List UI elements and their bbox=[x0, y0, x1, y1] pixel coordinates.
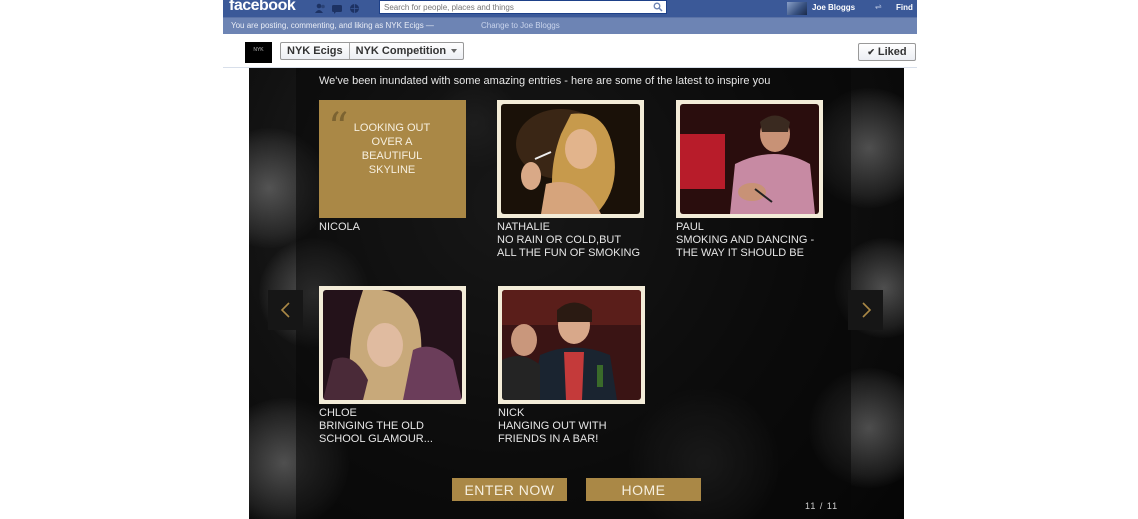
enter-now-button[interactable]: ENTER NOW bbox=[452, 478, 567, 501]
liked-button[interactable]: ✔ Liked bbox=[858, 43, 916, 61]
notification-icons bbox=[314, 3, 361, 14]
page-logo[interactable]: NYK bbox=[245, 42, 272, 63]
user-name[interactable]: Joe Bloggs bbox=[812, 3, 855, 12]
page-counter: 11 / 11 bbox=[805, 501, 839, 511]
friend-requests-icon[interactable] bbox=[314, 3, 327, 14]
facebook-top-bar: facebook Joe Bloggs ⇌ Find bbox=[223, 0, 917, 17]
browser-page: facebook Joe Bloggs ⇌ Find You are posti… bbox=[223, 0, 917, 519]
entry-quote: LOOKING OUT OVER A BEAUTIFUL SKYLINE bbox=[353, 122, 431, 176]
entry-description: HANGING OUT WITH FRIENDS IN A BAR! bbox=[498, 420, 607, 445]
search-input[interactable] bbox=[384, 1, 644, 13]
change-identity-link[interactable]: Change to Joe Bloggs bbox=[481, 21, 560, 30]
breadcrumb-app-label: NYK Competition bbox=[355, 45, 447, 57]
breadcrumb: NYK Ecigs NYK Competition bbox=[280, 42, 465, 60]
chevron-down-icon bbox=[451, 49, 458, 54]
entry-description: NO RAIN OR COLD,BUT ALL THE FUN OF SMOKI… bbox=[497, 234, 641, 259]
home-button[interactable]: HOME bbox=[586, 478, 701, 501]
posting-as-bar: You are posting, commenting, and liking … bbox=[223, 17, 917, 34]
find-friends-link[interactable]: Find bbox=[896, 3, 913, 12]
previous-arrow-button[interactable] bbox=[268, 290, 303, 330]
entry-photo-frame bbox=[319, 286, 466, 404]
entry-photo-frame bbox=[497, 100, 644, 218]
intro-text: We've been inundated with some amazing e… bbox=[319, 75, 771, 87]
posting-as-text: You are posting, commenting, and liking … bbox=[231, 21, 434, 30]
entry-name: NATHALIE bbox=[497, 221, 550, 233]
chevron-right-icon bbox=[861, 302, 871, 318]
competition-app: We've been inundated with some amazing e… bbox=[249, 68, 904, 519]
entry-description: BRINGING THE OLD SCHOOL GLAMOUR... bbox=[319, 420, 433, 445]
notifications-icon[interactable] bbox=[348, 3, 361, 14]
entry-photo-frame bbox=[498, 286, 645, 404]
entry-name: NICK bbox=[498, 407, 525, 419]
entry-photo bbox=[680, 104, 819, 214]
breadcrumb-app[interactable]: NYK Competition bbox=[350, 43, 463, 59]
entry-photo-frame bbox=[676, 100, 823, 218]
next-arrow-button[interactable] bbox=[848, 290, 883, 330]
entry-photo bbox=[502, 290, 641, 400]
page-header: NYK NYK Ecigs NYK Competition ✔ Liked bbox=[223, 34, 917, 68]
search-box bbox=[379, 0, 667, 14]
entry-photo bbox=[323, 290, 462, 400]
entry-description: SMOKING AND DANCING - THE WAY IT SHOULD … bbox=[676, 234, 815, 259]
messages-icon[interactable] bbox=[331, 3, 344, 14]
page-logo-text: NYK bbox=[253, 47, 264, 53]
entry-name: CHLOE bbox=[319, 407, 357, 419]
entry-photo bbox=[501, 104, 640, 214]
dropdown-separator-icon: ⇌ bbox=[875, 2, 882, 11]
entry-name: PAUL bbox=[676, 221, 704, 233]
entry-name: NICOLA bbox=[319, 221, 360, 233]
facebook-logo[interactable]: facebook bbox=[229, 0, 296, 15]
check-icon: ✔ bbox=[867, 46, 875, 57]
avatar[interactable] bbox=[787, 2, 807, 15]
liked-label: Liked bbox=[877, 46, 907, 58]
chevron-left-icon bbox=[280, 302, 290, 318]
breadcrumb-page[interactable]: NYK Ecigs bbox=[281, 43, 349, 59]
quote-tile: “ LOOKING OUT OVER A BEAUTIFUL SKYLINE bbox=[319, 100, 466, 218]
search-icon[interactable] bbox=[653, 2, 663, 12]
